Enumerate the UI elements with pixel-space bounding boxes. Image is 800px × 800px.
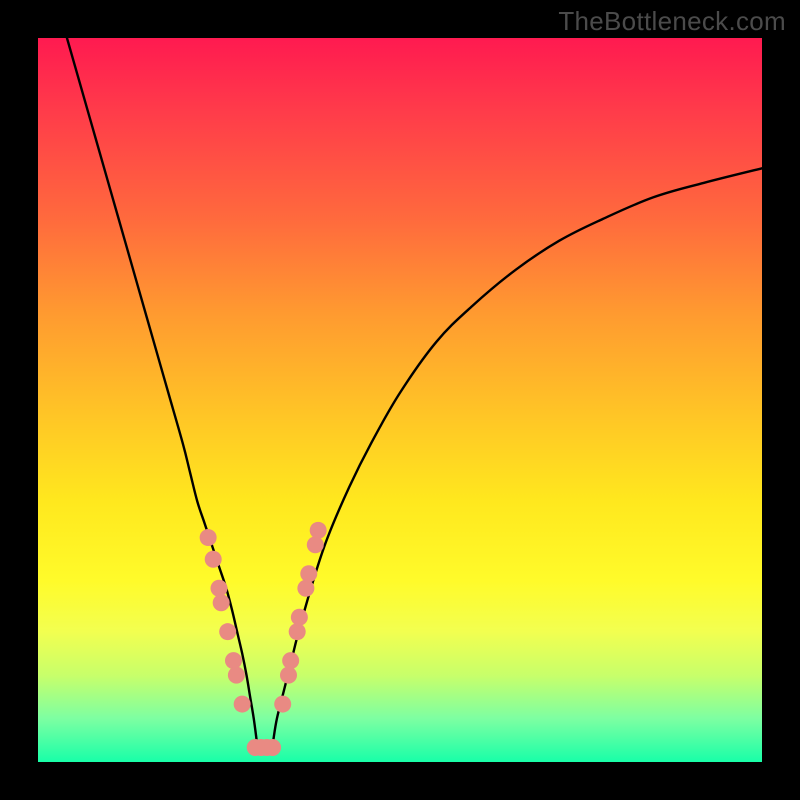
data-dot	[225, 652, 242, 669]
chart-svg	[38, 38, 762, 762]
data-dot	[205, 551, 222, 568]
data-dot	[282, 652, 299, 669]
data-dot	[228, 667, 245, 684]
data-dot	[310, 522, 327, 539]
chart-frame: TheBottleneck.com	[0, 0, 800, 800]
data-dot	[219, 623, 236, 640]
data-dot	[300, 565, 317, 582]
watermark-text: TheBottleneck.com	[558, 6, 786, 37]
data-dot	[234, 696, 251, 713]
data-dot	[274, 696, 291, 713]
data-dot	[297, 580, 314, 597]
data-dot	[200, 529, 217, 546]
data-dot	[307, 536, 324, 553]
plot-area	[38, 38, 762, 762]
data-dot	[291, 609, 308, 626]
data-dot	[289, 623, 306, 640]
data-dot	[280, 667, 297, 684]
data-dot	[264, 739, 281, 756]
data-dot	[213, 594, 230, 611]
curve-right	[273, 168, 762, 740]
data-dot	[211, 580, 228, 597]
